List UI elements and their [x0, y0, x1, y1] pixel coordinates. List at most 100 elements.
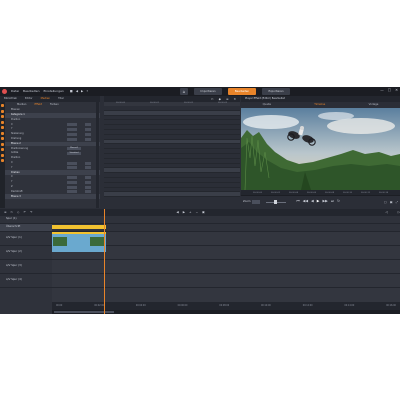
- zoom-out-icon[interactable]: −: [196, 211, 199, 214]
- property-value-field[interactable]: [67, 137, 77, 141]
- tab-library[interactable]: Bibliothek: [4, 97, 17, 101]
- tab-titles[interactable]: Titel: [58, 97, 64, 101]
- motion-icon[interactable]: [1, 115, 4, 118]
- keyframe-toggle[interactable]: [85, 137, 91, 141]
- audio-icon[interactable]: [1, 120, 4, 124]
- tab-timeline[interactable]: Timeline: [314, 103, 325, 107]
- keyframe-lane[interactable]: [104, 192, 240, 198]
- save-icon[interactable]: ■: [70, 90, 73, 93]
- menu-file[interactable]: Datei: [11, 90, 19, 93]
- keyframe-icon[interactable]: ◆: [219, 97, 221, 101]
- keyframe-toggle[interactable]: [85, 128, 91, 132]
- track-header[interactable]: A/V Spur (4): [0, 274, 52, 288]
- more-icon[interactable]: [1, 159, 4, 162]
- preview-video-frame[interactable]: [241, 108, 400, 190]
- close-icon[interactable]: ✕: [395, 88, 398, 93]
- color-icon[interactable]: [1, 109, 4, 113]
- marker-icon[interactable]: ◇: [17, 211, 19, 214]
- property-value-field[interactable]: [67, 132, 77, 136]
- property-value-field[interactable]: [67, 180, 77, 184]
- minimize-icon[interactable]: —: [380, 88, 384, 93]
- scroll-left-icon[interactable]: ◁: [385, 211, 393, 214]
- property-value-field[interactable]: [67, 166, 77, 170]
- go-to-end-icon[interactable]: ⏭: [331, 200, 334, 204]
- rewind-icon[interactable]: ◀◀: [303, 200, 308, 204]
- fast-forward-icon[interactable]: ▶▶: [322, 200, 327, 204]
- tl-ruler-tick: 00:16:00: [386, 303, 396, 307]
- keyframe-toggle[interactable]: [85, 161, 91, 165]
- track-header[interactable]: A/V Spur (2): [0, 246, 52, 260]
- mode-tabs: ⌂ Importieren Bearbeiten Exportieren: [180, 88, 290, 95]
- zoom-in-icon[interactable]: +: [189, 211, 192, 214]
- overlay-icon[interactable]: ▣: [390, 200, 393, 204]
- track-header[interactable]: A/V Spur (3): [0, 260, 52, 274]
- playhead[interactable]: [104, 209, 105, 314]
- menu-bar: Datei Bearbeiten Einstellungen: [11, 90, 64, 93]
- menu-edit[interactable]: Bearbeiten: [23, 90, 39, 93]
- razor-icon[interactable]: ✂: [11, 211, 14, 214]
- prev-edit-icon[interactable]: ◀: [176, 211, 178, 214]
- property-value-field[interactable]: [67, 161, 77, 165]
- tab-edit[interactable]: Bearbeiten: [228, 88, 256, 95]
- tab-media[interactable]: Medien: [41, 97, 50, 101]
- fullscreen-icon[interactable]: ⤢: [396, 200, 398, 204]
- property-value-field[interactable]: [67, 128, 77, 132]
- close-icon[interactable]: ✕: [233, 97, 236, 101]
- keyframe-toggle[interactable]: [85, 185, 91, 189]
- loop-icon[interactable]: ↻: [337, 200, 340, 204]
- track-header[interactable]: A/V Spur (1): [0, 232, 52, 246]
- title-clip[interactable]: [52, 225, 106, 229]
- home-icon[interactable]: ⌂: [180, 88, 188, 95]
- keyframe-toggle[interactable]: [85, 132, 91, 136]
- zoom-select[interactable]: [252, 200, 261, 204]
- help-icon[interactable]: ?: [86, 90, 88, 93]
- mask-icon[interactable]: [1, 148, 4, 151]
- cut-icon[interactable]: ✂: [211, 97, 214, 101]
- tab-template[interactable]: Vorlage: [369, 103, 379, 107]
- redo-icon[interactable]: ↷: [30, 211, 33, 214]
- property-label: Ebenen: [11, 108, 20, 112]
- tab-import[interactable]: Importieren: [194, 88, 222, 95]
- filter-icon[interactable]: [1, 153, 4, 157]
- tab-editor[interactable]: Editor: [25, 97, 33, 101]
- next-edit-icon[interactable]: ▶: [183, 211, 185, 214]
- fit-icon[interactable]: ▣: [202, 211, 205, 214]
- volume-slider[interactable]: [266, 200, 287, 204]
- keyframe-toggle[interactable]: [85, 176, 91, 180]
- menu-icon[interactable]: ≡: [226, 97, 229, 101]
- menu-settings[interactable]: Einstellungen: [44, 90, 64, 93]
- keyframe-toggle[interactable]: [85, 190, 91, 194]
- go-to-start-icon[interactable]: ⏮: [296, 200, 299, 204]
- property-dropdown[interactable]: Standard: [67, 152, 81, 156]
- property-value-field[interactable]: [67, 123, 77, 127]
- transition-icon[interactable]: [1, 131, 4, 135]
- step-back-icon[interactable]: ◀: [311, 200, 314, 204]
- speed-icon[interactable]: [1, 142, 4, 146]
- scroll-thumb[interactable]: [54, 311, 114, 313]
- tl-ruler-tick: 00:12:00: [302, 303, 313, 307]
- track-header[interactable]: Spur (1): [0, 216, 52, 224]
- keyframe-toggle[interactable]: [85, 123, 91, 127]
- undo-icon[interactable]: ◀: [76, 90, 78, 93]
- crop-icon[interactable]: [1, 137, 4, 140]
- title-icon[interactable]: [1, 126, 4, 129]
- property-value-field[interactable]: [67, 185, 77, 189]
- tab-source[interactable]: Quelle: [263, 103, 271, 107]
- redo-icon[interactable]: ▶: [81, 90, 83, 93]
- property-dropdown[interactable]: Manuell: [67, 147, 81, 151]
- property-value-field[interactable]: [67, 176, 77, 180]
- track-menu-icon[interactable]: ≡: [4, 211, 7, 214]
- safe-area-icon[interactable]: ▢: [384, 200, 387, 204]
- keyframe-toggle[interactable]: [85, 180, 91, 184]
- effects-icon[interactable]: [1, 104, 4, 107]
- play-icon[interactable]: ▶: [317, 200, 320, 204]
- undo-icon[interactable]: ↶: [23, 211, 26, 214]
- keyframe-toggle[interactable]: [85, 166, 91, 170]
- panel-scrollbar[interactable]: [96, 102, 99, 208]
- clip-thumbnail: [90, 237, 104, 246]
- maximize-icon[interactable]: □: [388, 88, 391, 93]
- property-value-field[interactable]: [67, 190, 77, 194]
- tab-export[interactable]: Exportieren: [262, 88, 290, 95]
- track-header[interactable]: Überschrift: [0, 224, 52, 232]
- property-section-header[interactable]: Ebene 3: [5, 194, 100, 200]
